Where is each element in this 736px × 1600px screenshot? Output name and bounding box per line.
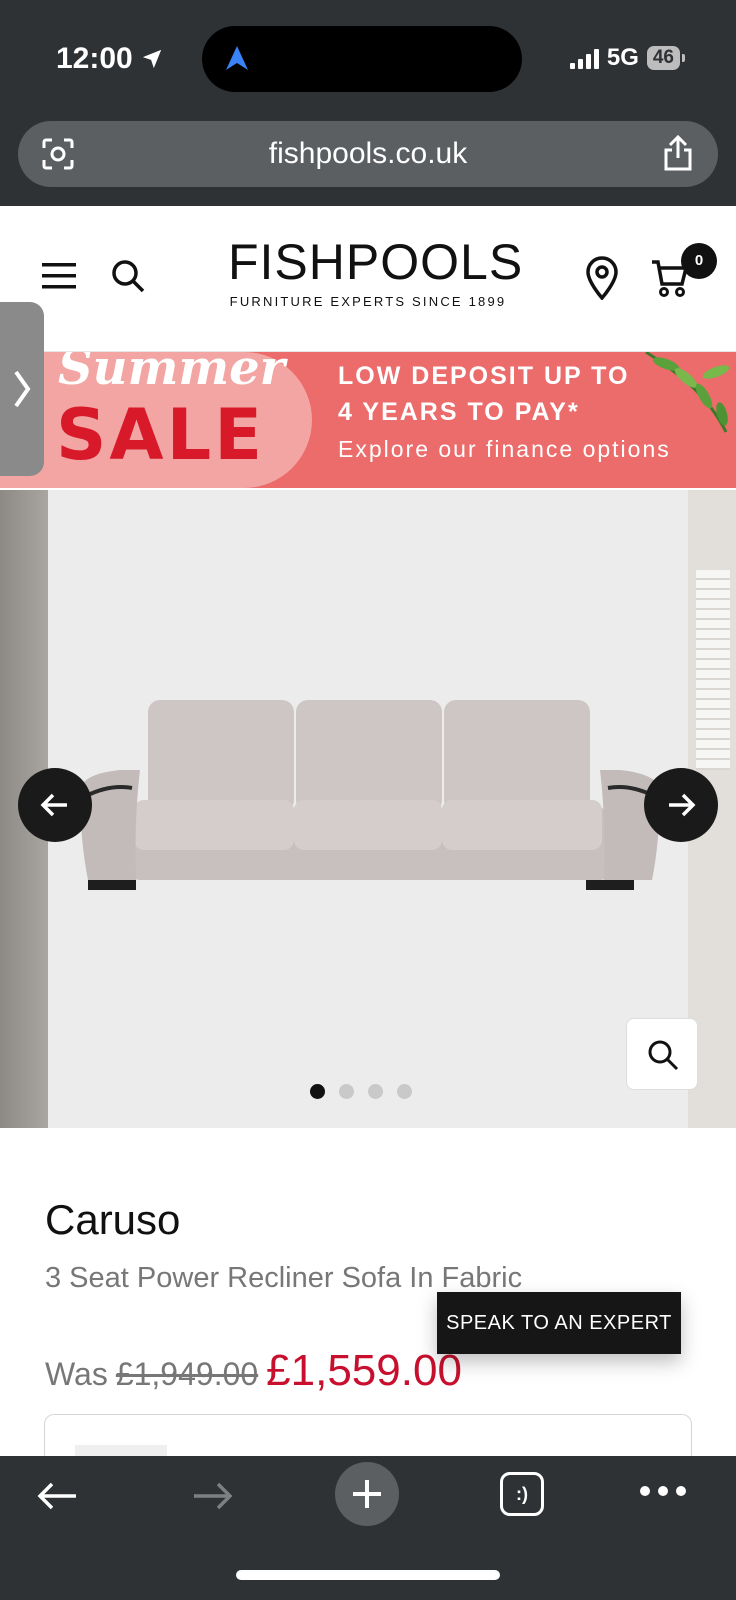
store-locator-icon[interactable] [584,256,620,300]
search-icon[interactable] [110,258,146,294]
tab-switcher-button[interactable]: :) [500,1472,544,1516]
carousel-dot[interactable] [368,1084,383,1099]
carousel-pagination [310,1084,412,1099]
arrow-left-icon [40,793,67,817]
status-indicators: 5G 46 [569,44,686,72]
arrow-right-icon [669,793,696,817]
product-title: Caruso [45,1196,181,1243]
home-indicator [236,1570,500,1580]
logo-wordmark: FISHPOOLS [228,234,524,290]
zoom-button[interactable] [626,1018,698,1090]
navigation-arrow-icon [226,46,248,70]
magnifier-icon [648,1040,679,1071]
status-time-text: 12:00 [56,42,133,75]
battery-icon: 46 [646,46,686,70]
banner-finance-line1: LOW DEPOSIT UP TO [338,362,630,390]
logo-tagline: FURNITURE EXPERTS SINCE 1899 [229,294,507,309]
current-price: £1,559.00 [266,1346,462,1395]
banner-finance-link[interactable]: Explore our finance options [338,436,671,463]
banner-summer-text: Summer [58,352,285,396]
new-tab-button[interactable] [335,1462,399,1526]
status-time: 12:00 [56,42,163,76]
price-row: Was £1,949.00 £1,559.00 [45,1346,462,1396]
carousel-dot[interactable] [339,1084,354,1099]
carousel-dot[interactable] [310,1084,325,1099]
carousel-next-button[interactable] [644,768,718,842]
site-header: FISHPOOLS FURNITURE EXPERTS SINCE 1899 0 [0,206,736,352]
network-type: 5G [606,44,639,71]
product-subtitle: 3 Seat Power Recliner Sofa In Fabric [45,1262,523,1294]
was-label: Was [45,1356,108,1392]
plus-icon [353,1480,381,1508]
hamburger-menu-icon[interactable] [42,262,78,290]
carousel-dot[interactable] [397,1084,412,1099]
browser-top-chrome: 12:00 5G 46 fishpools.co.uk [0,0,736,206]
address-bar[interactable]: fishpools.co.uk [18,121,718,187]
leaf-decoration-icon [645,352,730,433]
share-icon[interactable] [662,134,694,172]
side-drawer-tab[interactable] [0,302,44,476]
site-logo[interactable]: FISHPOOLS FURNITURE EXPERTS SINCE 1899 [228,234,524,309]
cart-count-badge[interactable]: 0 [681,243,717,279]
was-price: £1,949.00 [115,1356,259,1392]
banner-finance-line2: 4 YEARS TO PAY* [338,398,580,426]
sofa-image [80,700,660,890]
product-image-carousel[interactable] [0,490,736,1128]
carousel-prev-button[interactable] [18,768,92,842]
location-arrow-icon [142,49,161,69]
more-options-icon[interactable] [640,1486,686,1496]
chevron-right-icon [14,370,31,408]
banner-sale-text: SALE [56,394,266,476]
battery-level: 46 [652,47,674,68]
signal-icon [569,47,599,69]
dynamic-island [202,26,522,92]
window-blind-image [696,570,730,770]
url-text[interactable]: fishpools.co.uk [18,137,718,171]
forward-arrow-icon[interactable] [190,1480,234,1512]
speak-to-expert-button[interactable]: SPEAK TO AN EXPERT [437,1292,681,1354]
back-arrow-icon[interactable] [36,1480,80,1512]
promo-banner[interactable]: Summer SALE LOW DEPOSIT UP TO 4 YEARS TO… [0,352,736,488]
